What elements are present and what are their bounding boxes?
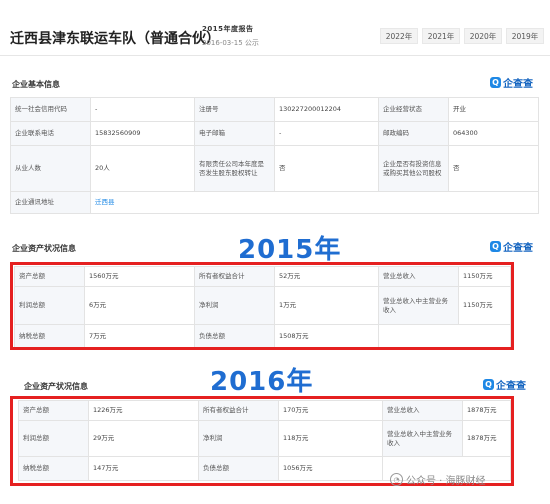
basic-info-table: 统一社会信用代码 - 注册号 130227200012204 企业经营状态 开业… xyxy=(10,97,539,214)
cell-value: 15832560909 xyxy=(90,121,195,146)
table-row: 统一社会信用代码 - 注册号 130227200012204 企业经营状态 开业 xyxy=(10,97,539,122)
basic-info-title: 企业基本信息 xyxy=(12,80,60,89)
cell-value: 否 xyxy=(448,145,539,192)
table-row: 企业通讯地址 迁西县 xyxy=(10,191,539,214)
assets-2015-title: 企业资产状况信息 xyxy=(12,244,76,253)
year-tab-2021[interactable]: 2021年 xyxy=(422,28,460,44)
year-annotation-2016: 2016年 xyxy=(210,367,314,397)
year-tab-2022[interactable]: 2022年 xyxy=(380,28,418,44)
year-tabs: 2022年 2021年 2020年 2019年 xyxy=(380,28,544,44)
year-tab-2020[interactable]: 2020年 xyxy=(464,28,502,44)
year-tab-2019[interactable]: 2019年 xyxy=(506,28,544,44)
cell-label: 企业经营状态 xyxy=(378,97,449,122)
cell-label: 邮政编码 xyxy=(378,121,449,146)
assets-2016-title: 企业资产状况信息 xyxy=(24,382,88,391)
qcc-logo-text: 企查查 xyxy=(503,78,533,90)
company-name: 迁西县津东联运车队（普通合伙） xyxy=(10,31,220,47)
cell-label: 统一社会信用代码 xyxy=(10,97,91,122)
cell-value: - xyxy=(274,121,379,146)
report-header: 迁西县津东联运车队（普通合伙） 2015年度报告 2016-03-15 公示 2… xyxy=(0,0,550,56)
cell-label: 企业是否有投资信息或购买其他公司股权 xyxy=(378,145,449,192)
report-title: 2015年度报告 xyxy=(202,25,254,33)
cell-value: 130227200012204 xyxy=(274,97,379,122)
cell-value: - xyxy=(90,97,195,122)
watermark: ◔ 公众号 · 海豚财经 xyxy=(390,472,486,487)
cell-value: 开业 xyxy=(448,97,539,122)
qcc-logo-text: 企查查 xyxy=(503,242,533,254)
qcc-logo-icon: Q xyxy=(483,378,494,390)
cell-label: 有限责任公司本年度是否发生股东股权转让 xyxy=(194,145,275,192)
table-row: 企业联系电话 15832560909 电子邮箱 - 邮政编码 064300 xyxy=(10,121,539,146)
cell-label: 注册号 xyxy=(194,97,275,122)
wechat-icon: ◔ xyxy=(390,473,403,486)
cell-label: 企业通讯地址 xyxy=(10,191,91,214)
watermark-text: 公众号 · 海豚财经 xyxy=(406,476,486,487)
cell-value: 064300 xyxy=(448,121,539,146)
report-date: 2016-03-15 公示 xyxy=(202,39,259,47)
highlight-box-2015 xyxy=(10,262,514,350)
table-row: 从业人数 20人 有限责任公司本年度是否发生股东股权转让 否 企业是否有投资信息… xyxy=(10,145,539,192)
qcc-logo[interactable]: Q 企查查 xyxy=(483,377,526,392)
cell-label: 电子邮箱 xyxy=(194,121,275,146)
cell-label: 从业人数 xyxy=(10,145,91,192)
qcc-logo-icon: Q xyxy=(490,240,501,252)
qcc-logo-icon: Q xyxy=(490,76,501,88)
qcc-logo[interactable]: Q 企查查 xyxy=(490,75,533,90)
year-annotation-2015: 2015年 xyxy=(238,235,342,265)
cell-value: 否 xyxy=(274,145,379,192)
qcc-logo[interactable]: Q 企查查 xyxy=(490,239,533,254)
qcc-logo-text: 企查查 xyxy=(496,380,526,392)
address-link[interactable]: 迁西县 xyxy=(90,191,539,214)
cell-value: 20人 xyxy=(90,145,195,192)
cell-label: 企业联系电话 xyxy=(10,121,91,146)
